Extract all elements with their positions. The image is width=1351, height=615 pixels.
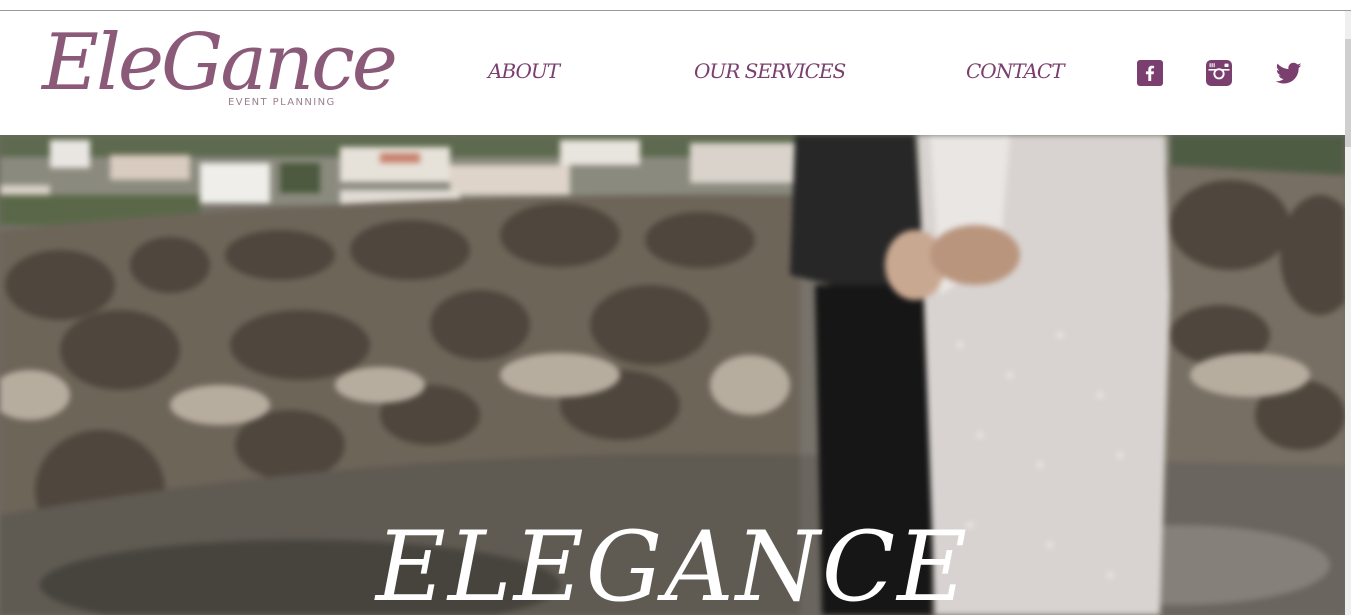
logo-script-text: EleGance [42, 18, 398, 108]
nav-services-link[interactable]: OUR SERVICES [694, 59, 846, 83]
brand-logo[interactable]: EleGance EVENT PLANNING [40, 15, 398, 129]
twitter-icon[interactable] [1275, 60, 1302, 86]
site-header: EleGance EVENT PLANNING ABOUT OUR SERVIC… [0, 11, 1345, 135]
page: EleGance EVENT PLANNING ABOUT OUR SERVIC… [0, 0, 1351, 615]
hero-section: ELEGANCE [0, 135, 1345, 615]
hero-title: ELEGANCE [375, 511, 970, 615]
facebook-icon[interactable] [1137, 60, 1163, 86]
nav-contact-link[interactable]: CONTACT [966, 59, 1065, 83]
scrollbar-thumb[interactable] [1345, 39, 1351, 147]
logo-tagline: EVENT PLANNING [228, 97, 336, 108]
nav-about-link[interactable]: ABOUT [488, 59, 560, 83]
instagram-icon[interactable] [1206, 60, 1232, 86]
page-scrollbar[interactable] [1345, 11, 1351, 615]
